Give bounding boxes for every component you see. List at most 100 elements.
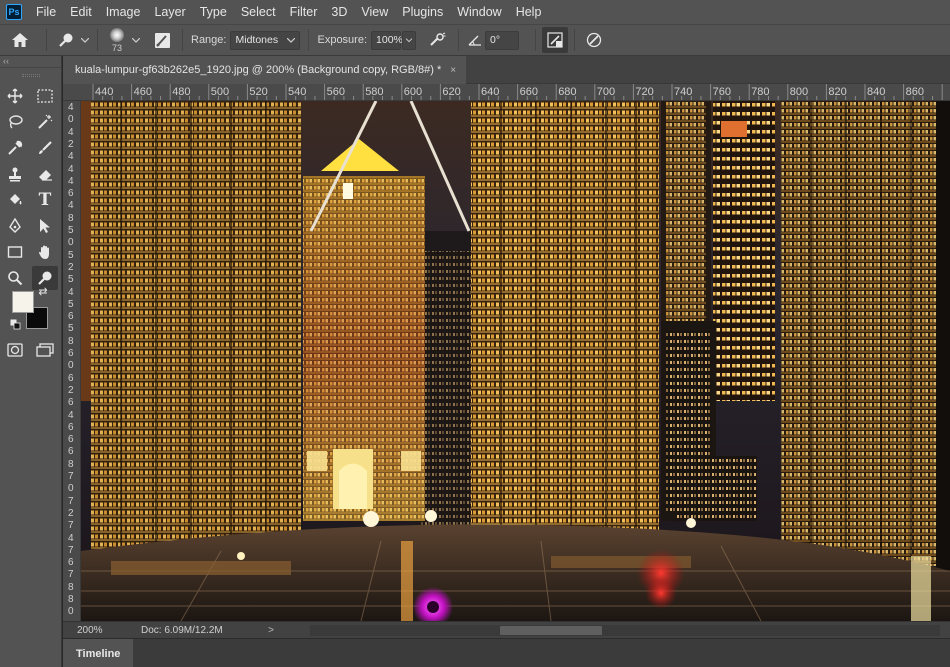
angle-value: 0° [490,34,501,46]
menu-layer[interactable]: Layer [147,0,192,24]
ruler-label: 2 [68,384,74,396]
ruler-label: 6 [68,311,74,323]
ruler-label: 0 [68,237,74,249]
zoom-tool-icon[interactable] [2,266,28,290]
foreground-color-swatch[interactable] [12,291,34,313]
status-bar: 200% Doc: 6.09M/12.2M > [63,621,950,638]
status-menu-arrow[interactable]: > [261,625,281,636]
ruler-label: 8 [68,335,74,347]
ruler-label: 4 [68,126,74,138]
close-icon[interactable]: × [450,65,456,76]
rectangle-tool-icon[interactable] [2,240,28,264]
zoom-level[interactable]: 200% [63,625,131,636]
ruler-label: 6 [68,397,74,409]
brush-tip-preview [110,27,124,42]
toolbar-grip[interactable] [0,68,61,82]
separator [308,29,310,51]
horizontal-ruler: 440 460 480 500 520 540 560 580 600 620 640 660 680 7… [63,84,950,101]
angle-field[interactable]: 0° [485,30,520,50]
ruler-label: 700 [596,86,616,98]
ruler-label: 4 [68,532,74,544]
ruler-label: 520 [249,86,268,98]
ruler-label: 7 [68,569,74,581]
document-canvas[interactable] [81,101,950,621]
scrollbar-thumb[interactable] [500,626,602,635]
eraser-tool-icon[interactable] [32,162,58,186]
horizontal-scrollbar[interactable] [310,625,940,636]
ruler-label: 0 [68,360,74,372]
range-label: Range: [191,34,227,46]
menu-image[interactable]: Image [99,0,148,24]
default-colors-icon[interactable] [9,318,21,330]
menu-3d[interactable]: 3D [324,0,354,24]
brush-tool-icon[interactable] [32,136,58,160]
range-select[interactable]: Midtones [230,30,301,50]
chevron-down-icon[interactable] [79,25,91,55]
menu-type[interactable]: Type [193,0,234,24]
marquee-tool-icon[interactable] [32,84,58,108]
pressure-size-icon[interactable] [581,25,607,55]
options-bar: 73 Range: Midtones Exposure: 100% 0° [0,24,950,56]
brush-preset-picker[interactable]: 73 [104,25,130,55]
menu-plugins[interactable]: Plugins [395,0,450,24]
path-selection-tool-icon[interactable] [32,214,58,238]
home-icon[interactable] [0,25,40,55]
separator [97,29,98,51]
swap-colors-icon[interactable]: ⇄ [36,284,50,298]
document-tab[interactable]: kuala-lumpur-gf63b262e5_1920.jpg @ 200% … [63,56,467,84]
timeline-panel: Timeline [63,638,950,667]
ruler-label: 780 [751,86,770,98]
screen-mode-icon[interactable] [32,338,58,362]
protect-tones-icon[interactable] [542,27,569,53]
ruler-label: 660 [519,86,538,98]
lasso-tool-icon[interactable] [2,110,28,134]
menu-edit[interactable]: Edit [63,0,99,24]
exposure-field[interactable]: 100% [371,30,403,50]
exposure-dropdown[interactable] [402,30,417,50]
vertical-ruler: 4042444648505254565860626466687072747678… [63,101,81,621]
toolbar-collapse[interactable]: ‹‹ [0,56,61,68]
menu-filter[interactable]: Filter [283,0,325,24]
ruler-label: 760 [712,86,731,98]
move-tool-icon[interactable] [2,84,28,108]
ruler-label: 620 [442,86,461,98]
ruler-label: 6 [68,348,74,359]
menu-window[interactable]: Window [450,0,508,24]
eyedropper-tool-icon[interactable] [2,136,28,160]
chevron-down-icon[interactable] [130,25,142,55]
exposure-label: Exposure: [317,34,368,46]
pen-tool-icon[interactable] [2,214,28,238]
quick-mask-icon[interactable] [2,338,28,362]
chevron-down-icon [287,37,296,43]
paint-bucket-tool-icon[interactable] [2,188,28,212]
ruler-label: 6 [68,446,74,458]
ruler-label: 4 [68,175,74,187]
ruler-label: 5 [68,323,74,335]
ruler-label: 4 [68,409,74,421]
ruler-label: 480 [172,86,191,98]
chevron-down-icon [406,37,413,42]
ruler-label: 740 [674,86,693,98]
exposure-value: 100% [376,34,403,46]
ruler-label: 460 [133,86,152,98]
ruler-label: 580 [365,86,384,98]
airbrush-icon[interactable] [422,25,452,55]
type-tool-icon[interactable]: T [32,188,58,212]
dodge-tool-icon[interactable] [53,25,79,55]
ruler-label: 7 [68,471,74,482]
brush-settings-icon[interactable] [148,25,176,55]
timeline-tab[interactable]: Timeline [63,639,134,667]
menu-select[interactable]: Select [234,0,283,24]
ruler-label: 0 [68,606,74,618]
menu-view[interactable]: View [354,0,395,24]
ruler-label: 2 [68,138,74,150]
magic-wand-tool-icon[interactable] [32,110,58,134]
menu-file[interactable]: File [29,0,63,24]
ruler-label: 5 [68,249,74,261]
menu-help[interactable]: Help [509,0,549,24]
stamp-tool-icon[interactable] [2,162,28,186]
hand-tool-icon[interactable] [32,240,58,264]
ruler-label: 4 [68,102,74,113]
separator [574,29,576,51]
ruler-label: 6 [68,188,74,200]
